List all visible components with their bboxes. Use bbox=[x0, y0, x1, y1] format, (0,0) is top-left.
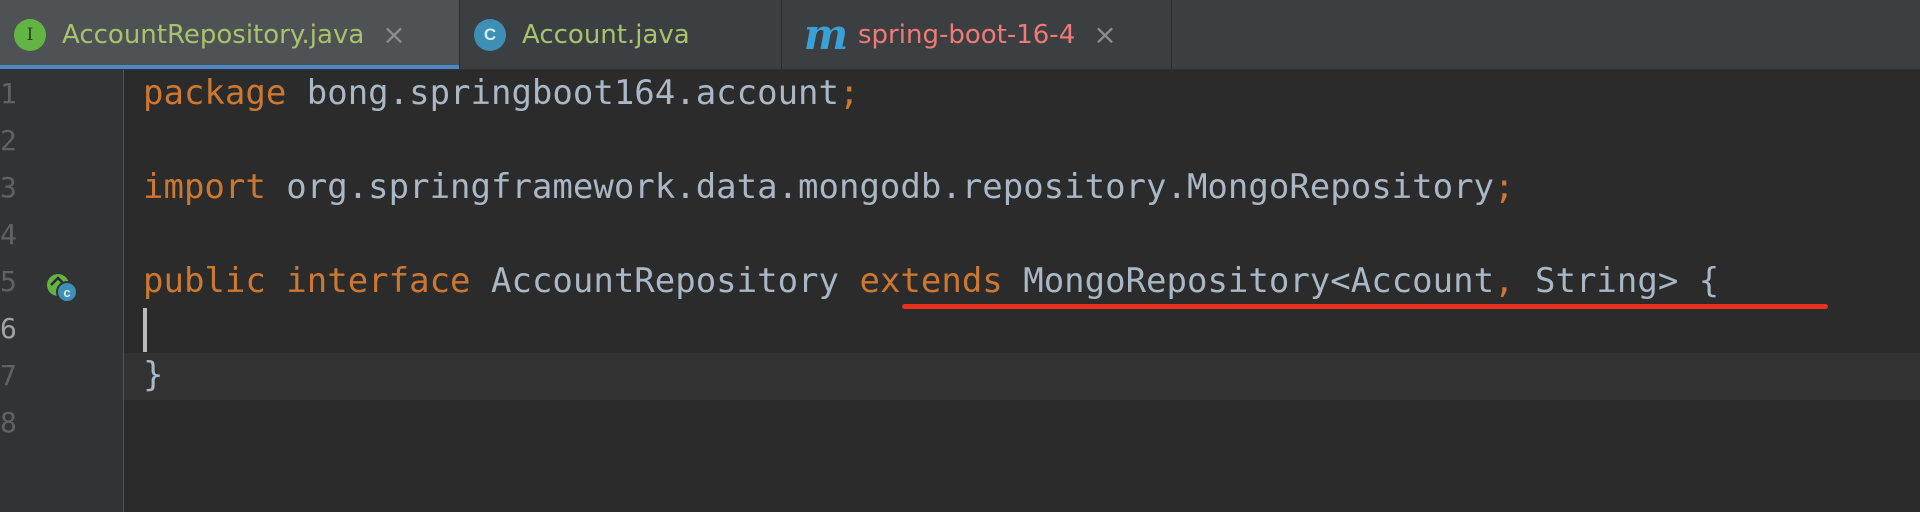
generic-type-arg: String> bbox=[1514, 261, 1679, 301]
semicolon: ; bbox=[1494, 167, 1515, 207]
semicolon: ; bbox=[838, 73, 860, 113]
generic-type: MongoRepository<Account bbox=[1002, 261, 1495, 301]
tab-account[interactable]: C Account.java bbox=[460, 0, 782, 69]
interface-icon: I bbox=[14, 18, 46, 51]
code-line-interface-declaration[interactable]: public interface AccountRepository exten… bbox=[143, 258, 1719, 305]
svg-text:c: c bbox=[63, 285, 70, 300]
line-number: 3 bbox=[0, 171, 17, 204]
keyword: package bbox=[143, 73, 287, 113]
code-editor[interactable]: 1 2 3 4 5 6 7 8 c package bong.springboo… bbox=[0, 70, 1920, 512]
line-number: 8 bbox=[0, 406, 17, 439]
interface-name: AccountRepository bbox=[470, 261, 860, 301]
line-number: 2 bbox=[0, 124, 17, 157]
keyword: import bbox=[143, 167, 266, 207]
tab-account-repository[interactable]: I AccountRepository.java × bbox=[0, 0, 460, 69]
comma: , bbox=[1494, 261, 1515, 301]
line-number-current: 6 bbox=[0, 312, 17, 345]
code-line-import[interactable]: import org.springframework.data.mongodb.… bbox=[143, 164, 1515, 211]
package-name: bong.springboot164.account bbox=[286, 73, 839, 113]
close-brace: } bbox=[143, 355, 164, 395]
error-underline bbox=[902, 304, 1828, 309]
text-caret bbox=[143, 308, 147, 352]
code-line-close-brace[interactable]: } bbox=[143, 352, 163, 399]
line-number-gutter[interactable]: 1 2 3 4 5 6 7 8 c bbox=[0, 70, 124, 512]
keyword-public: public bbox=[143, 261, 266, 301]
close-icon[interactable]: × bbox=[1093, 20, 1116, 48]
tab-label: spring-boot-16-4 bbox=[858, 19, 1076, 50]
line-number: 4 bbox=[0, 218, 17, 251]
keyword-extends: extends bbox=[859, 261, 1003, 301]
class-icon: C bbox=[474, 18, 506, 51]
line-number: 7 bbox=[0, 359, 17, 392]
current-line-highlight bbox=[0, 353, 1920, 400]
code-line-package[interactable]: package bong.springboot164.account; bbox=[143, 70, 859, 117]
close-icon[interactable]: × bbox=[382, 20, 405, 48]
keyword-interface: interface bbox=[265, 261, 471, 301]
tab-label: Account.java bbox=[522, 19, 690, 50]
tab-label: AccountRepository.java bbox=[62, 19, 365, 50]
ide-window: I AccountRepository.java × C Account.jav… bbox=[0, 0, 1920, 512]
maven-icon: m bbox=[803, 9, 849, 59]
import-path: org.springframework.data.mongodb.reposit… bbox=[265, 167, 1495, 207]
line-number: 5 bbox=[0, 265, 17, 298]
implemented-interface-icon[interactable]: c bbox=[44, 271, 80, 305]
editor-tab-bar: I AccountRepository.java × C Account.jav… bbox=[0, 0, 1920, 70]
open-brace: { bbox=[1678, 261, 1720, 301]
tab-spring-boot-project[interactable]: m spring-boot-16-4 × bbox=[782, 0, 1172, 69]
line-number: 1 bbox=[0, 77, 17, 110]
